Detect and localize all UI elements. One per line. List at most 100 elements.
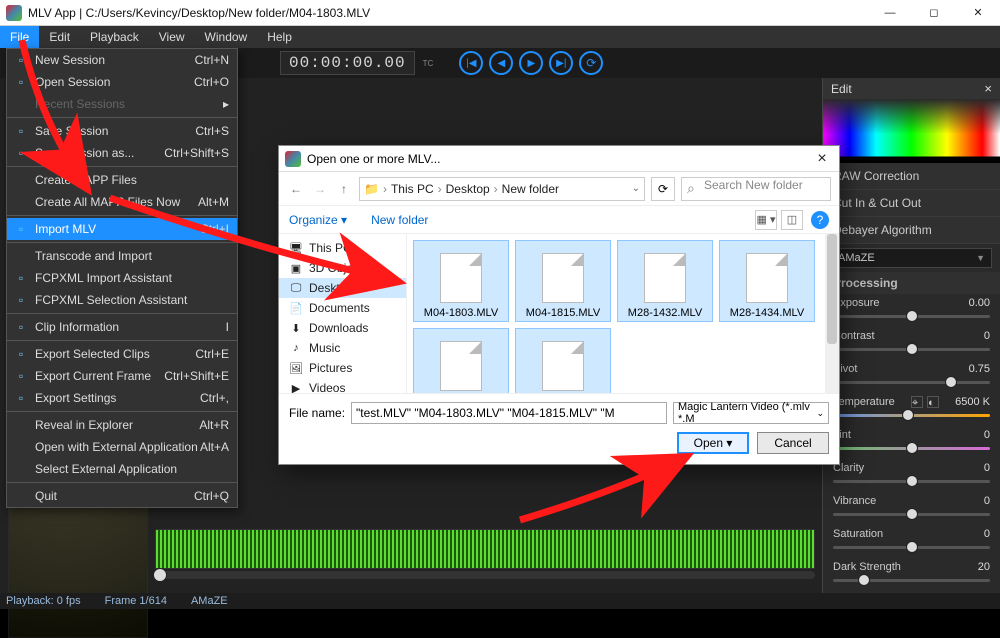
wb-picker-icon[interactable]: ◐ — [927, 396, 939, 408]
slider-track[interactable] — [833, 375, 990, 389]
tab-debayer[interactable]: Debayer Algorithm — [823, 217, 1000, 244]
tree-item-3d-objects[interactable]: ▣ 3D Objects — [279, 258, 406, 278]
preview-pane-button[interactable]: ◫ — [781, 210, 803, 230]
slider-track[interactable] — [833, 441, 990, 455]
file-item[interactable]: M28-1445.MLV — [413, 328, 509, 393]
file-item[interactable]: M04-1803.MLV — [413, 240, 509, 322]
file-menu-clip-information[interactable]: ▫ Clip Information I — [7, 316, 237, 338]
step-forward-button[interactable]: ▶| — [549, 51, 573, 75]
maximize-button[interactable]: ◻ — [912, 0, 956, 26]
slider-track[interactable] — [833, 540, 990, 554]
menu-help[interactable]: Help — [257, 26, 302, 48]
file-menu-fcpxml-import-assistant[interactable]: ▫ FCPXML Import Assistant — [7, 267, 237, 289]
edit-close-icon[interactable]: × — [984, 81, 992, 96]
breadcrumb[interactable]: 📁 › This PC› Desktop› New folder ⌄ — [359, 177, 645, 201]
file-menu-quit[interactable]: Quit Ctrl+Q — [7, 485, 237, 507]
nav-back-button[interactable]: ← — [287, 182, 305, 196]
step-back-button[interactable]: ◀ — [489, 51, 513, 75]
file-menu-save-session[interactable]: ▫ Save Session Ctrl+S — [7, 120, 237, 142]
eyedropper-icon[interactable]: ⌖ — [911, 396, 923, 408]
file-item[interactable]: M28-1432.MLV — [617, 240, 713, 322]
slider-knob[interactable] — [906, 541, 918, 553]
tree-item-music[interactable]: ♪ Music — [279, 338, 406, 358]
file-list-scrollbar[interactable] — [825, 234, 839, 393]
file-menu-create-all-mapp-files-now[interactable]: Create All MAPP Files Now Alt+M — [7, 191, 237, 213]
file-menu-fcpxml-selection-assistant[interactable]: ▫ FCPXML Selection Assistant — [7, 289, 237, 311]
file-menu-open-with-external-application[interactable]: Open with External Application Alt+A — [7, 436, 237, 458]
filetype-combo[interactable]: Magic Lantern Video (*.mlv *.M⌄ — [673, 402, 829, 424]
tree-item-pictures[interactable]: 🖼 Pictures — [279, 358, 406, 378]
slider-knob[interactable] — [906, 508, 918, 520]
slider-track[interactable] — [833, 474, 990, 488]
slider-track[interactable] — [833, 342, 990, 356]
file-item[interactable]: test.MLV — [515, 328, 611, 393]
dialog-close-button[interactable]: × — [805, 150, 839, 168]
slider-knob[interactable] — [906, 310, 918, 322]
file-menu-transcode-and-import[interactable]: Transcode and Import — [7, 245, 237, 267]
file-menu-open-session[interactable]: ▫ Open Session Ctrl+O — [7, 71, 237, 93]
slider-track[interactable] — [833, 309, 990, 323]
debayer-combo[interactable]: AMaZE ▼ — [831, 248, 992, 268]
goto-start-button[interactable]: |◀ — [459, 51, 483, 75]
view-mode-button[interactable]: ▦ ▾ — [755, 210, 777, 230]
slider-track[interactable] — [833, 573, 990, 587]
file-menu-new-session[interactable]: ▫ New Session Ctrl+N — [7, 49, 237, 71]
play-button[interactable]: ▶ — [519, 51, 543, 75]
tree-item-videos[interactable]: ▶ Videos — [279, 378, 406, 393]
timeline-scrub[interactable] — [155, 571, 815, 579]
slider-knob[interactable] — [906, 343, 918, 355]
file-item[interactable]: M28-1434.MLV — [719, 240, 815, 322]
slider-track[interactable] — [833, 408, 990, 422]
cancel-button[interactable]: Cancel — [757, 432, 829, 454]
close-button[interactable]: ✕ — [956, 0, 1000, 26]
tree-item-documents[interactable]: 📄 Documents — [279, 298, 406, 318]
playhead-handle[interactable] — [153, 568, 167, 582]
chevron-down-icon[interactable]: ⌄ — [632, 183, 640, 194]
slider-knob[interactable] — [945, 376, 957, 388]
filename-input[interactable] — [351, 402, 667, 424]
nav-up-button[interactable]: ↑ — [335, 182, 353, 196]
open-button[interactable]: Open ▾ — [677, 432, 749, 454]
file-menu-reveal-in-explorer[interactable]: Reveal in Explorer Alt+R — [7, 414, 237, 436]
file-menu-export-current-frame[interactable]: ▫ Export Current Frame Ctrl+Shift+E — [7, 365, 237, 387]
file-menu-export-settings[interactable]: ▫ Export Settings Ctrl+, — [7, 387, 237, 409]
tree-item-icon: 🖥 — [289, 241, 303, 255]
help-icon[interactable]: ? — [811, 211, 829, 229]
scrollbar-thumb[interactable] — [827, 234, 837, 344]
file-list[interactable]: M04-1803.MLV M04-1815.MLV M28-1432.MLV M… — [407, 234, 839, 393]
search-input[interactable]: Search New folder — [681, 177, 831, 201]
crumb-this-pc[interactable]: This PC — [391, 182, 434, 196]
tree-item-desktop[interactable]: 🖵 Desktop — [279, 278, 406, 298]
file-menu-create-mapp-files[interactable]: Create MAPP Files — [7, 169, 237, 191]
tab-raw-correction[interactable]: RAW Correction — [823, 163, 1000, 190]
file-menu-import-mlv[interactable]: ▫ Import MLV Ctrl+I — [7, 218, 237, 240]
tab-cut-in-out[interactable]: Cut In & Cut Out — [823, 190, 1000, 217]
minimize-button[interactable]: ― — [868, 0, 912, 26]
slider-knob[interactable] — [902, 409, 914, 421]
slider-knob[interactable] — [858, 574, 870, 586]
nav-forward-button[interactable]: → — [311, 182, 329, 196]
menu-playback[interactable]: Playback — [80, 26, 149, 48]
file-menu-save-session-as-[interactable]: ▫ Save Session as... Ctrl+Shift+S — [7, 142, 237, 164]
menu-edit[interactable]: Edit — [39, 26, 80, 48]
tree-item-this-pc[interactable]: 🖥 This PC — [279, 238, 406, 258]
folder-tree[interactable]: 🖥 This PC▣ 3D Objects🖵 Desktop📄 Document… — [279, 234, 407, 393]
nav-refresh-button[interactable]: ⟳ — [651, 177, 675, 201]
menu-view[interactable]: View — [149, 26, 195, 48]
slider-knob[interactable] — [906, 475, 918, 487]
menu-item-label: Create All MAPP Files Now — [35, 195, 198, 209]
file-menu-select-external-application[interactable]: Select External Application — [7, 458, 237, 480]
file-item[interactable]: M04-1815.MLV — [515, 240, 611, 322]
menu-window[interactable]: Window — [195, 26, 258, 48]
file-menu-export-selected-clips[interactable]: ▫ Export Selected Clips Ctrl+E — [7, 343, 237, 365]
loop-button[interactable]: ⟳ — [579, 51, 603, 75]
slider-knob[interactable] — [906, 442, 918, 454]
menu-item-shortcut: Ctrl+E — [195, 347, 229, 361]
menu-file[interactable]: File — [0, 26, 39, 48]
new-folder-button[interactable]: New folder — [371, 213, 428, 227]
slider-track[interactable] — [833, 507, 990, 521]
crumb-desktop[interactable]: Desktop — [446, 182, 490, 196]
organize-menu[interactable]: Organize ▾ — [289, 213, 347, 227]
crumb-new-folder[interactable]: New folder — [502, 182, 559, 196]
tree-item-downloads[interactable]: ⬇ Downloads — [279, 318, 406, 338]
